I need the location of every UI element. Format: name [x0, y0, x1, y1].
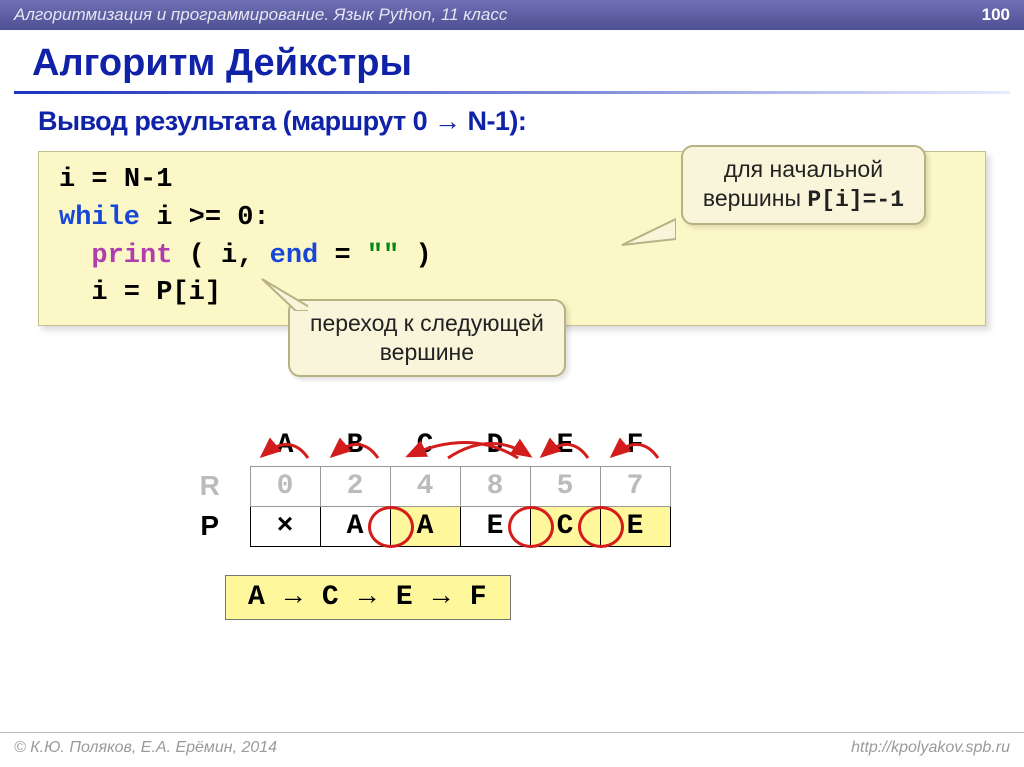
r-label: R	[180, 466, 250, 506]
code-area: i = N-1 while i >= 0: print ( i, end = "…	[38, 151, 986, 326]
hdr-f: F	[600, 426, 670, 466]
footer-url: http://kpolyakov.spb.ru	[851, 739, 1010, 757]
callout-bottom-tail	[258, 277, 308, 311]
p-label: P	[180, 506, 250, 546]
slide-title: Алгоритм Дейкстры	[0, 30, 1024, 91]
hdr-c: C	[390, 426, 460, 466]
title-underline	[14, 91, 1010, 94]
breadcrumb: Алгоритмизация и программирование. Язык …	[14, 0, 507, 30]
footer: © К.Ю. Поляков, Е.А. Ерёмин, 2014 http:/…	[0, 732, 1024, 767]
table-row-p: P × A A E C E	[180, 506, 670, 546]
page-number: 100	[982, 0, 1010, 30]
callout-top-tail	[616, 213, 676, 253]
table-area: A B C D E F R 0 2 4 8 5 7 P × A A E C E	[180, 426, 1024, 547]
route-result: A → C → E → F	[225, 575, 511, 620]
callout-initial-vertex: для начальной вершины P[i]=-1	[681, 145, 926, 225]
hdr-e: E	[530, 426, 600, 466]
code-line-3: print ( i, end = "" )	[59, 238, 965, 276]
callout-next-vertex: переход к следующей вершине	[288, 299, 566, 377]
data-table: A B C D E F R 0 2 4 8 5 7 P × A A E C E	[180, 426, 671, 547]
hdr-a: A	[250, 426, 320, 466]
table-header-row: A B C D E F	[180, 426, 670, 466]
hdr-b: B	[320, 426, 390, 466]
table-row-r: R 0 2 4 8 5 7	[180, 466, 670, 506]
footer-authors: © К.Ю. Поляков, Е.А. Ерёмин, 2014	[14, 739, 277, 757]
top-bar: Алгоритмизация и программирование. Язык …	[0, 0, 1024, 30]
hdr-d: D	[460, 426, 530, 466]
